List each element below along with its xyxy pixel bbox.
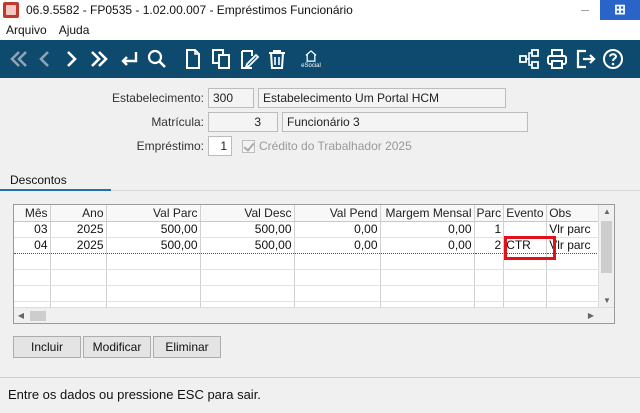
scroll-down-icon[interactable]: ▼ [599,294,614,308]
cell-val-desc: 500,00 [200,236,295,254]
column-header-val-pend[interactable]: Val Pend [294,205,381,222]
estabelecimento-row: Estabelecimento: 300 Estabelecimento Um … [0,88,506,108]
status-message: Entre os dados ou pressione ESC para sai… [8,387,261,402]
scroll-left-icon[interactable]: ◀ [14,308,28,323]
column-header-margem-mensal[interactable]: Margem Mensal [380,205,475,222]
window-control-icon[interactable]: ⊞ [600,0,640,20]
column-header-obs[interactable]: Obs [546,205,603,222]
horizontal-scroll-thumb[interactable] [30,311,46,321]
evento-highlight-box [504,236,556,260]
estabelecimento-code-field[interactable]: 300 [208,88,254,108]
edit-icon[interactable] [236,46,262,72]
status-bar: Entre os dados ou pressione ESC para sai… [0,377,640,413]
matricula-label: Matrícula: [151,115,204,129]
copy-icon[interactable] [208,46,234,72]
print-icon[interactable] [544,46,570,72]
column-header-ano[interactable]: Ano [50,205,107,222]
table-row[interactable]: 03 2025 500,00 500,00 0,00 0,00 1 Vlr pa… [14,221,603,238]
grid-header-row: Mês Ano Val Parc Val Desc Val Pend Marge… [14,205,603,222]
structure-icon[interactable] [516,46,542,72]
cell-evento [503,221,548,238]
estabelecimento-label: Estabelecimento: [111,91,204,105]
goto-enter-icon[interactable] [116,46,142,72]
credito-trabalhador-checkbox[interactable] [242,139,255,153]
esocial-label: eSocial [301,62,321,69]
exit-icon[interactable] [572,46,598,72]
cell-mes: 03 [14,221,51,238]
descontos-table: Mês Ano Val Parc Val Desc Val Pend Marge… [14,205,603,318]
modificar-button[interactable]: Modificar [83,336,151,358]
descontos-panel: Mês Ano Val Parc Val Desc Val Pend Marge… [0,191,640,377]
cell-ano: 2025 [50,221,107,238]
emprestimo-row: Empréstimo: 1 Crédito do Trabalhador 202… [0,136,412,156]
column-header-evento[interactable]: Evento [503,205,548,222]
column-header-val-desc[interactable]: Val Desc [200,205,295,222]
cell-parc: 2 [474,236,505,254]
cell-val-desc: 500,00 [200,221,295,238]
app-icon [3,2,19,18]
cell-val-pend: 0,00 [294,221,381,238]
cell-val-pend: 0,00 [294,236,381,254]
eliminar-button[interactable]: Eliminar [153,336,221,358]
title-bar: 06.9.5582 - FP0535 - 1.02.00.007 - Empré… [0,0,640,20]
toolbar: eSocial [0,40,640,78]
cell-obs: Vlr parc [546,221,603,238]
cell-mes: 04 [14,236,51,254]
header-form: Estabelecimento: 300 Estabelecimento Um … [0,86,640,166]
table-row-empty[interactable] [14,269,603,286]
credito-trabalhador-checkbox-wrap: Crédito do Trabalhador 2025 [242,139,412,153]
vertical-scroll-thumb[interactable] [601,221,612,273]
tab-descontos[interactable]: Descontos [0,170,111,191]
matricula-row: Matrícula: 3 Funcionário 3 [0,112,528,132]
tab-bar: Descontos [0,170,640,191]
search-icon[interactable] [144,46,170,72]
grid-buttons: Incluir Modificar Eliminar [13,336,223,358]
column-header-mes[interactable]: Mês [14,205,51,222]
menu-bar: Arquivo Ajuda [0,20,640,40]
grid-horizontal-scrollbar[interactable]: ◀ ▶ [14,307,614,323]
cell-parc: 1 [474,221,505,238]
estabelecimento-description: Estabelecimento Um Portal HCM [258,88,506,108]
scroll-up-icon[interactable]: ▲ [599,205,614,219]
cell-margem-mensal: 0,00 [380,221,475,238]
previous-record-icon[interactable] [32,46,58,72]
next-record-icon[interactable] [58,46,84,72]
cell-margem-mensal: 0,00 [380,236,475,254]
column-header-parc[interactable]: Parc [474,205,505,222]
incluir-button[interactable]: Incluir [13,336,81,358]
minimize-button[interactable]: – [572,0,598,20]
descontos-grid[interactable]: Mês Ano Val Parc Val Desc Val Pend Marge… [13,204,615,324]
delete-icon[interactable] [264,46,290,72]
matricula-description: Funcionário 3 [282,112,528,132]
new-document-icon[interactable] [180,46,206,72]
scroll-right-icon[interactable]: ▶ [584,308,598,323]
help-icon[interactable] [600,46,626,72]
credito-trabalhador-label: Crédito do Trabalhador 2025 [259,139,412,153]
cell-val-parc: 500,00 [106,236,201,254]
table-row-empty[interactable] [14,285,603,302]
cell-ano: 2025 [50,236,107,254]
grid-vertical-scrollbar[interactable]: ▲ ▼ [598,205,614,308]
emprestimo-label: Empréstimo: [136,139,204,153]
cell-val-parc: 500,00 [106,221,201,238]
menu-ajuda[interactable]: Ajuda [59,23,90,37]
window-title: 06.9.5582 - FP0535 - 1.02.00.007 - Empré… [26,3,353,17]
first-record-icon[interactable] [6,46,32,72]
column-header-val-parc[interactable]: Val Parc [106,205,201,222]
matricula-field[interactable]: 3 [208,112,278,132]
menu-arquivo[interactable]: Arquivo [6,23,47,37]
last-record-icon[interactable] [86,46,112,72]
esocial-icon[interactable]: eSocial [296,46,326,72]
emprestimo-field[interactable]: 1 [208,136,232,156]
